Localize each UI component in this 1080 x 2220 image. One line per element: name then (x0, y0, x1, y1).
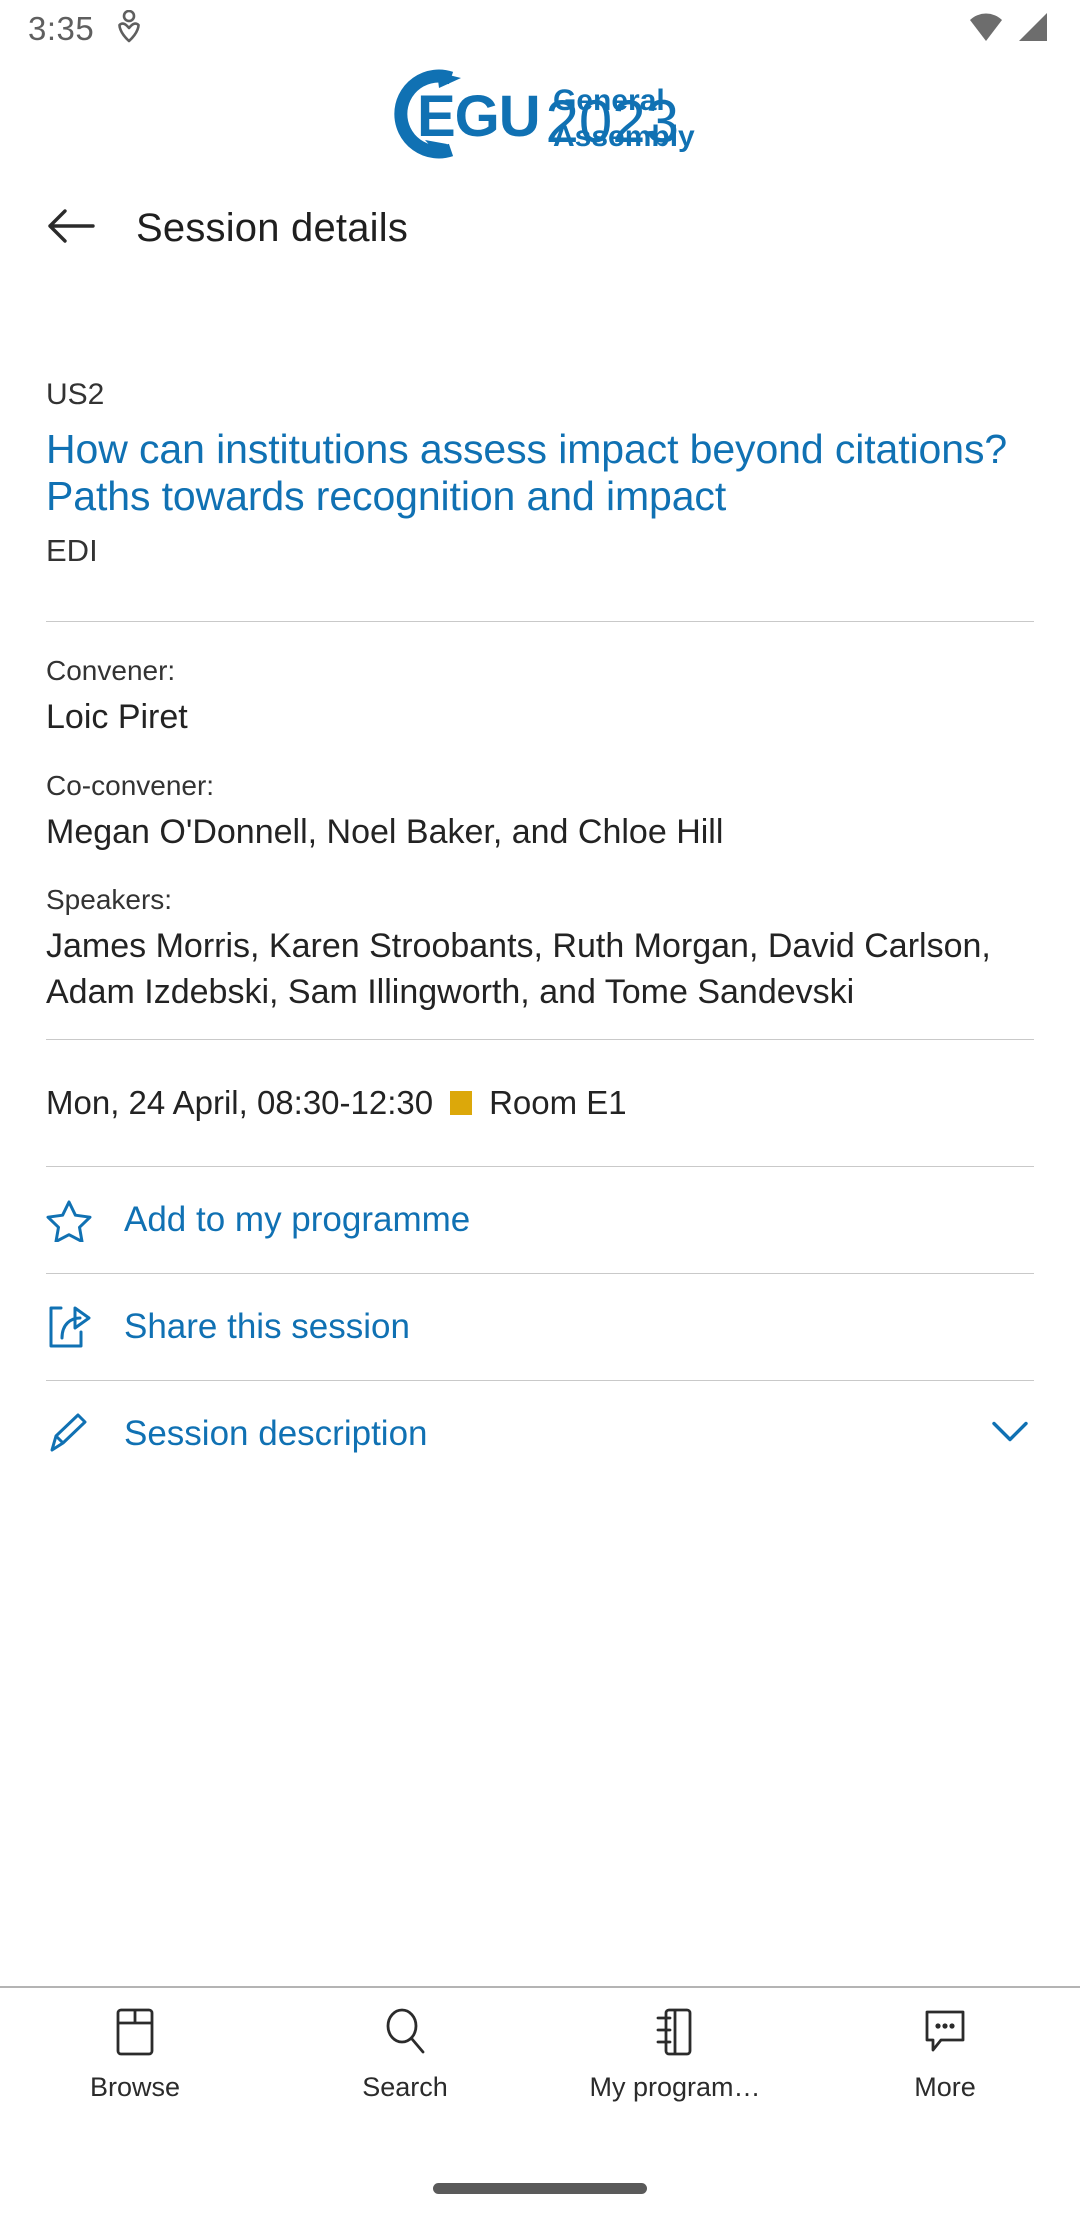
coconvener-label: Co-convener: (46, 769, 215, 801)
share-icon (46, 1304, 94, 1350)
share-session-button[interactable]: Share this session (46, 1274, 1034, 1380)
status-bar-right (966, 10, 1050, 49)
session-details-content: US2 How can institutions assess impact b… (0, 286, 1080, 1986)
app-bar: Session details (0, 170, 1080, 286)
back-button[interactable] (34, 191, 108, 265)
session-tag: EDI (46, 533, 98, 569)
nav-item-search[interactable]: Search (270, 2006, 540, 2103)
wifi-icon (966, 10, 1006, 49)
location-sharing-icon (116, 9, 142, 49)
nav-label-search: Search (362, 2072, 448, 2102)
session-code: US2 (46, 378, 105, 411)
browse-icon (112, 2006, 158, 2058)
session-title-link[interactable]: How can institutions assess impact beyon… (46, 426, 1034, 519)
arrow-left-icon (45, 206, 97, 251)
svg-text:EGU: EGU (417, 84, 540, 149)
convener-value: Loic Piret (46, 698, 188, 737)
gesture-area (0, 2156, 1080, 2220)
share-session-label: Share this session (124, 1307, 410, 1347)
session-datetime: Mon, 24 April, 08:30-12:30 (46, 1084, 434, 1122)
coconvener-value: Megan O'Donnell, Noel Baker, and Chloe H… (46, 812, 724, 851)
egu-logo: EGU General Assembly 2023 (0, 58, 1080, 170)
convener-label: Convener: (46, 655, 176, 687)
nav-item-browse[interactable]: Browse (0, 2006, 270, 2103)
home-indicator[interactable] (433, 2182, 647, 2194)
search-icon (381, 2006, 429, 2058)
notebook-icon (652, 2006, 698, 2058)
people-block: Convener: Loic Piret Co-convener: Megan … (46, 622, 1034, 1039)
nav-label-browse: Browse (89, 2072, 181, 2102)
add-to-programme-label: Add to my programme (124, 1200, 471, 1240)
bottom-navigation: Browse Search My program… More (0, 1986, 1080, 2156)
session-description-label: Session description (124, 1414, 428, 1454)
chat-dots-icon (921, 2006, 969, 2058)
cellular-signal-icon (1014, 10, 1050, 49)
session-when-where: Mon, 24 April, 08:30-12:30 Room E1 (46, 1040, 1034, 1166)
status-bar: 3:35 (0, 0, 1080, 58)
speakers-value: James Morris, Karen Stroobants, Ruth Mor… (46, 926, 991, 1012)
star-outline-icon (46, 1198, 94, 1243)
app-root: 3:35 EGU General Assembly 2023 Session d… (0, 0, 1080, 2220)
status-clock: 3:35 (28, 10, 95, 47)
status-bar-left: 3:35 (28, 9, 142, 49)
nav-item-my-programme[interactable]: My program… (540, 2006, 810, 2103)
nav-item-more[interactable]: More (810, 2006, 1080, 2103)
session-room: Room E1 (489, 1084, 627, 1122)
nav-label-my-programme: My program… (589, 2072, 761, 2102)
pencil-icon (46, 1412, 94, 1456)
add-to-programme-button[interactable]: Add to my programme (46, 1167, 1034, 1273)
page-title: Session details (136, 205, 409, 250)
room-color-swatch (450, 1091, 473, 1116)
chevron-down-icon (990, 1419, 1030, 1450)
speakers-label: Speakers: (46, 883, 173, 915)
session-description-button[interactable]: Session description (46, 1381, 1034, 1487)
svg-text:2023: 2023 (546, 88, 679, 155)
nav-label-more: More (914, 2072, 976, 2102)
